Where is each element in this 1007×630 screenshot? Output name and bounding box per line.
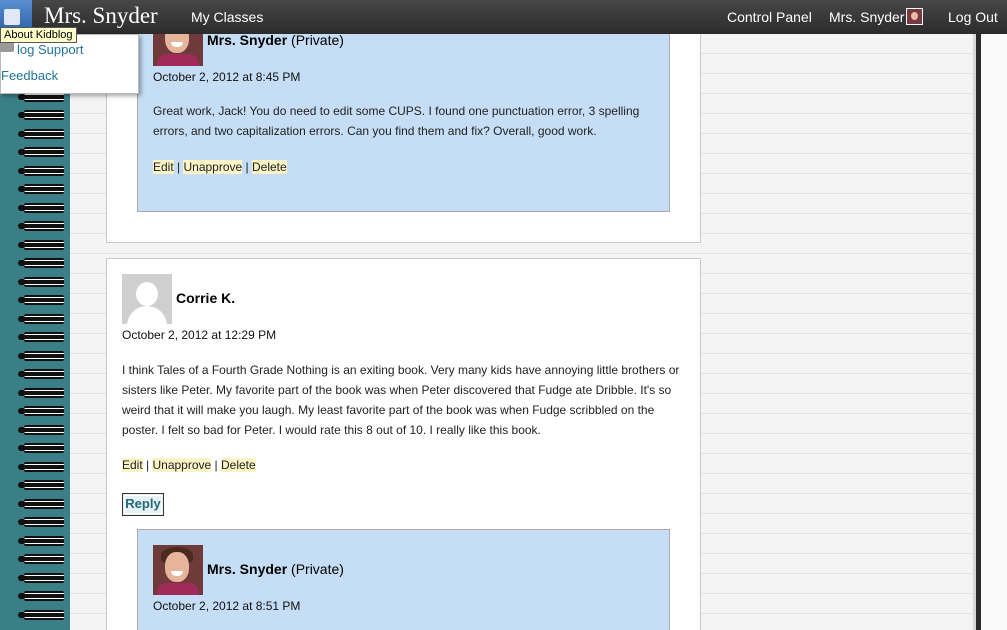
spiral-ring [18,406,64,416]
reply-visibility: (Private) [291,32,344,48]
delete-link[interactable]: Delete [252,160,287,174]
spiral-ring [18,128,64,139]
site-title[interactable]: Mrs. Snyder [44,3,158,29]
reply-date: October 2, 2012 at 8:45 PM [153,70,301,84]
spiral-ring [18,165,64,176]
edit-link[interactable]: Edit [122,458,143,472]
comment-author-name: Corrie K. [176,290,236,306]
admin-bar: Mrs. Snyder My Classes Control Panel Mrs… [0,0,1007,34]
reply-author: Mrs. Snyder (Private) [207,561,344,577]
tooltip: About Kidblog [0,27,77,43]
comment-author: Corrie K. [176,290,235,306]
reply-author-name[interactable]: Mrs. Snyder [207,32,287,48]
reply-button[interactable]: Reply [122,493,164,516]
reply-date: October 2, 2012 at 8:51 PM [153,599,301,613]
kidblog-logo-icon [4,9,20,25]
spiral-ring [18,350,64,361]
spiral-ring [18,332,64,342]
spiral-ring [18,480,64,490]
control-panel-link[interactable]: Control Panel [727,9,812,25]
spiral-ring [18,276,64,287]
comment-date: October 2, 2012 at 12:29 PM [122,328,277,342]
default-avatar [122,274,172,324]
spiral-ring [18,202,64,213]
spiral-ring [18,609,64,620]
comment-text: I think Tales of a Fourth Grade Nothing … [122,363,680,437]
spiral-ring [18,387,64,398]
spiral-ring [18,498,64,509]
spiral-ring [18,184,64,194]
log-out-link[interactable]: Log Out [948,9,998,25]
user-menu-link[interactable]: Mrs. Snyder [829,9,904,25]
spiral-ring [18,461,64,472]
reply-actions: Edit | Unapprove | Delete [153,160,287,174]
teacher-avatar [153,545,203,595]
user-avatar[interactable] [906,8,923,25]
delete-link[interactable]: Delete [221,458,256,472]
spiral-ring [18,110,64,120]
spiral-ring [18,535,64,546]
spiral-ring [18,147,64,157]
spiral-binding [0,34,70,630]
reply-author: Mrs. Snyder (Private) [207,32,344,48]
spiral-ring [18,443,64,453]
kidblog-dropdown-menu: log Support Feedback [0,34,139,94]
spiral-ring [18,369,64,379]
feedback-link[interactable]: Feedback [1,68,58,83]
spiral-ring [18,239,64,250]
spiral-ring [18,572,64,583]
spiral-ring [18,221,64,231]
spiral-ring [18,517,64,527]
blog-support-link[interactable]: log Support [17,42,84,57]
unapprove-link[interactable]: Unapprove [183,160,243,174]
edit-link[interactable]: Edit [153,160,174,174]
spiral-ring [18,424,64,435]
spiral-ring [18,258,64,268]
reply-text: Great work, Jack! You do need to edit so… [153,104,640,138]
spiral-ring [18,313,64,324]
reply-visibility: (Private) [291,561,344,577]
spiral-ring [18,591,64,601]
spiral-ring [18,554,64,564]
notebook-page-edge [973,34,1007,630]
my-classes-link[interactable]: My Classes [191,9,263,25]
spiral-ring [18,295,64,305]
unapprove-link[interactable]: Unapprove [152,458,212,472]
reply-author-name[interactable]: Mrs. Snyder [207,561,287,577]
teacher-reply-card [137,529,670,630]
comment-actions: Edit | Unapprove | Delete [122,458,256,472]
